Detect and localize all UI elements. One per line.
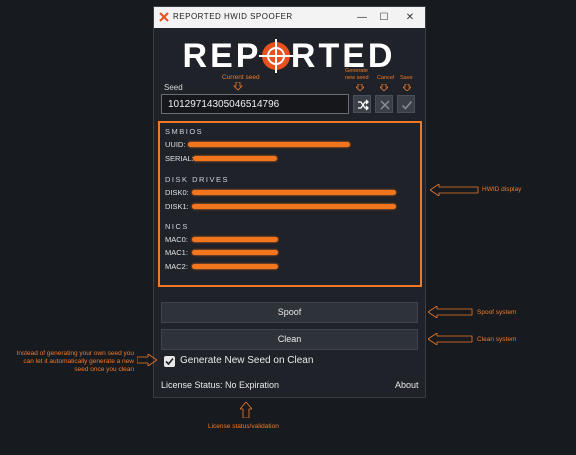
check-icon: [401, 101, 413, 110]
about-link[interactable]: About: [395, 380, 419, 390]
annotation-save: Save: [400, 75, 413, 81]
nics-title: NICS: [165, 222, 189, 231]
shuffle-icon: [358, 99, 369, 111]
mac1-value-redacted: [192, 250, 278, 255]
title-bar[interactable]: REPORTED HWID SPOOFER — ☐ ✕: [154, 7, 425, 28]
arrow-down-icon: [233, 82, 243, 91]
close-button[interactable]: ✕: [402, 10, 418, 25]
annotation-license-status: License status/validation: [208, 423, 279, 430]
arrow-up-icon: [240, 402, 252, 418]
clean-button[interactable]: Clean: [161, 329, 418, 350]
cancel-button[interactable]: [375, 95, 393, 113]
generate-new-seed-checkbox[interactable]: [164, 356, 175, 367]
arrow-down-icon: [380, 84, 388, 91]
mac0-label: MAC0:: [165, 235, 188, 244]
annotation-current-seed: Current seed: [222, 74, 260, 81]
uuid-label: UUID:: [165, 140, 186, 149]
license-status-label: License Status:: [161, 380, 223, 390]
disk-drives-title: DISK DRIVES: [165, 175, 230, 184]
mac2-value-redacted: [192, 264, 278, 269]
seed-label: Seed: [164, 83, 183, 92]
annotation-generate-seed: Generate new seed: [345, 68, 369, 81]
save-button[interactable]: [397, 95, 415, 113]
minimize-button[interactable]: —: [354, 10, 370, 25]
seed-input[interactable]: [161, 94, 349, 114]
close-icon: [380, 100, 390, 110]
disk0-label: DISK0:: [165, 188, 189, 197]
arrow-down-icon: [403, 84, 411, 91]
checkmark-icon: [165, 357, 174, 366]
arrow-right-icon: [137, 354, 157, 366]
smbios-title: SMBIOS: [165, 127, 204, 136]
app-logo-icon: [159, 12, 169, 22]
arrow-left-icon: [428, 306, 473, 318]
window-title: REPORTED HWID SPOOFER: [173, 12, 293, 21]
reported-logo: REPORTED: [183, 37, 393, 75]
annotation-cancel: Cancel: [377, 75, 395, 81]
arrow-down-icon: [356, 84, 364, 91]
disk1-label: DISK1:: [165, 202, 189, 211]
generate-new-seed-label[interactable]: Generate New Seed on Clean: [180, 355, 313, 366]
generate-seed-button[interactable]: [353, 95, 371, 113]
uuid-value-redacted: [188, 142, 350, 147]
disk0-value-redacted: [192, 190, 396, 195]
serial-label: SERIAL:: [165, 154, 194, 163]
hwid-display-panel: SMBIOS UUID: SERIAL: DISK DRIVES DISK0: …: [158, 121, 422, 287]
license-status-value: No Expiration: [225, 380, 280, 390]
mac2-label: MAC2:: [165, 262, 188, 271]
serial-value-redacted: [193, 156, 277, 161]
arrow-left-icon: [428, 333, 473, 345]
disk1-value-redacted: [192, 204, 396, 209]
mac0-value-redacted: [192, 237, 278, 242]
maximize-button[interactable]: ☐: [376, 10, 392, 25]
mac1-label: MAC1:: [165, 248, 188, 257]
annotation-checkbox-note: Instead of generating your own seed you …: [16, 350, 134, 373]
annotation-clean-system: Clean system: [477, 336, 517, 343]
spoof-button[interactable]: Spoof: [161, 302, 418, 323]
spoofer-window: REPORTED HWID SPOOFER — ☐ ✕ REPORTED See…: [153, 6, 426, 398]
annotation-spoof-system: Spoof system: [477, 309, 517, 316]
annotation-hwid-display: HWID display: [482, 186, 522, 193]
arrow-left-icon: [430, 184, 479, 196]
